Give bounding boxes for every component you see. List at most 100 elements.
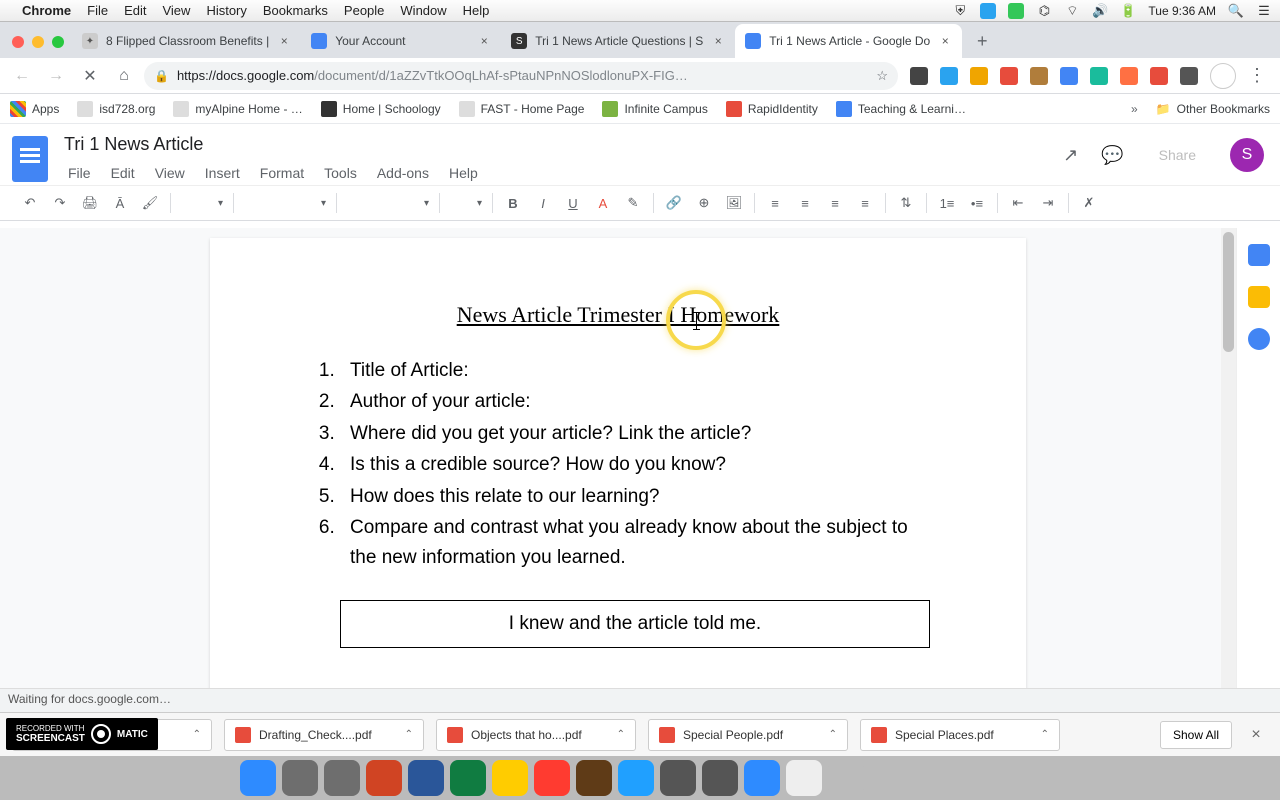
tab-close-button[interactable]: × [711,34,725,48]
extension-icon[interactable] [1090,67,1108,85]
download-menu-button[interactable]: ⌃ [617,729,625,740]
extension-icon[interactable] [1060,67,1078,85]
volume-icon[interactable]: 🔊 [1092,3,1108,19]
font-dropdown[interactable] [343,191,433,215]
styles-dropdown[interactable] [240,191,330,215]
docs-menu-addons[interactable]: Add-ons [369,161,437,185]
extension-icon[interactable] [910,67,928,85]
document-page[interactable]: News Article Trimester I Homework Title … [210,238,1026,688]
dock-app-icon[interactable] [324,760,360,796]
download-item[interactable]: Objects that ho....pdf⌃ [436,719,636,751]
spellcheck-button[interactable]: Ā [106,189,134,217]
account-avatar[interactable]: S [1230,138,1264,172]
dock-app-icon[interactable] [576,760,612,796]
bookmark-item[interactable]: isd728.org [77,101,155,117]
browser-tab[interactable]: S Tri 1 News Article Questions | S × [501,24,735,58]
underline-button[interactable]: U [559,189,587,217]
extension-icon[interactable] [1000,67,1018,85]
document-list[interactable]: Title of Article:Author of your article:… [306,356,930,572]
undo-button[interactable]: ↶ [16,189,44,217]
dock-app-icon[interactable] [366,760,402,796]
download-menu-button[interactable]: ⌃ [829,729,837,740]
insert-link-button[interactable]: 🔗 [660,189,688,217]
battery-icon[interactable]: 🔋 [1120,3,1136,19]
document-heading[interactable]: News Article Trimester I Homework [306,302,930,328]
list-item[interactable]: Is this a credible source? How do you kn… [340,450,930,479]
extension-icon[interactable] [970,67,988,85]
list-item[interactable]: How does this relate to our learning? [340,482,930,511]
download-item[interactable]: Special Places.pdf⌃ [860,719,1060,751]
tab-close-button[interactable]: × [477,34,491,48]
control-center-icon[interactable]: ☰ [1256,3,1272,19]
download-menu-button[interactable]: ⌃ [193,729,201,740]
extension-icon[interactable] [1030,67,1048,85]
address-bar[interactable]: 🔒 https://docs.google.com/document/d/1aZ… [144,62,898,90]
app-menu[interactable]: Chrome [22,3,71,18]
keep-addon-icon[interactable] [1248,286,1270,308]
download-item[interactable]: Drafting_Check....pdf⌃ [224,719,424,751]
status-extra-icon[interactable]: ⌬ [1036,3,1052,19]
dock-app-icon[interactable] [828,760,864,796]
list-item[interactable]: Compare and contrast what you already kn… [340,513,930,572]
status-shield-icon[interactable]: ⛨ [952,3,968,19]
other-bookmarks-button[interactable]: 📁Other Bookmarks [1156,102,1270,116]
bulleted-list-button[interactable]: •≡ [963,189,991,217]
clock[interactable]: Tue 9:36 AM [1148,4,1216,18]
list-item[interactable]: Author of your article: [340,387,930,416]
bookmark-item[interactable]: myAlpine Home - … [173,101,302,117]
increase-indent-button[interactable]: ⇥ [1034,189,1062,217]
redo-button[interactable]: ↷ [46,189,74,217]
dock-app-icon[interactable] [702,760,738,796]
align-center-button[interactable]: ≡ [791,189,819,217]
print-button[interactable]: 🖨 [76,189,104,217]
bookmark-item[interactable]: Home | Schoology [321,101,441,117]
paint-format-button[interactable]: 🖌 [136,189,164,217]
list-item[interactable]: Where did you get your article? Link the… [340,419,930,448]
browser-tab[interactable]: ✦ 8 Flipped Classroom Benefits | × [72,24,301,58]
browser-tab-active[interactable]: Tri 1 News Article - Google Do × [735,24,962,58]
menu-view[interactable]: View [162,3,190,18]
download-menu-button[interactable]: ⌃ [405,729,413,740]
docs-menu-insert[interactable]: Insert [197,161,248,185]
dock-app-icon[interactable] [660,760,696,796]
comments-icon[interactable]: 💬 [1101,143,1125,167]
document-title-input[interactable]: Tri 1 News Article [60,132,1047,157]
activity-icon[interactable]: ↗ [1059,143,1083,167]
download-menu-button[interactable]: ⌃ [1041,729,1049,740]
bookmark-item[interactable]: Infinite Campus [602,101,707,117]
status-app-icon[interactable] [980,3,996,19]
decrease-indent-button[interactable]: ⇤ [1004,189,1032,217]
apps-button[interactable]: Apps [10,101,59,117]
extension-icon[interactable] [1180,67,1198,85]
bold-button[interactable]: B [499,189,527,217]
tab-close-button[interactable]: × [938,34,952,48]
vertical-scrollbar[interactable] [1221,228,1236,688]
docs-menu-format[interactable]: Format [252,161,312,185]
document-table-cell[interactable]: I knew and the article told me. [340,600,930,648]
scrollbar-thumb[interactable] [1223,232,1234,352]
bookmark-item[interactable]: FAST - Home Page [459,101,585,117]
docs-menu-tools[interactable]: Tools [316,161,365,185]
highlight-button[interactable]: ✎ [619,189,647,217]
dock-app-icon[interactable] [450,760,486,796]
dock-app-icon[interactable] [786,760,822,796]
docs-menu-edit[interactable]: Edit [103,161,143,185]
wifi-icon[interactable]: ⌔ [1064,3,1080,19]
fontsize-dropdown[interactable] [446,191,486,215]
clear-formatting-button[interactable]: ✗ [1075,189,1103,217]
docs-menu-file[interactable]: File [60,161,99,185]
browser-tab[interactable]: Your Account × [301,24,501,58]
show-all-downloads-button[interactable]: Show All [1160,721,1232,749]
bookmark-item[interactable]: Teaching & Learni… [836,101,966,117]
align-right-button[interactable]: ≡ [821,189,849,217]
docs-menu-help[interactable]: Help [441,161,486,185]
dock-app-icon[interactable] [282,760,318,796]
calendar-addon-icon[interactable] [1248,244,1270,266]
window-close-button[interactable] [12,36,24,48]
dock-app-icon[interactable] [744,760,780,796]
spotlight-icon[interactable]: 🔍 [1228,3,1244,19]
menu-bookmarks[interactable]: Bookmarks [263,3,328,18]
forward-button[interactable]: → [42,62,70,90]
docs-logo-icon[interactable] [12,136,48,182]
dock-app-icon[interactable] [492,760,528,796]
